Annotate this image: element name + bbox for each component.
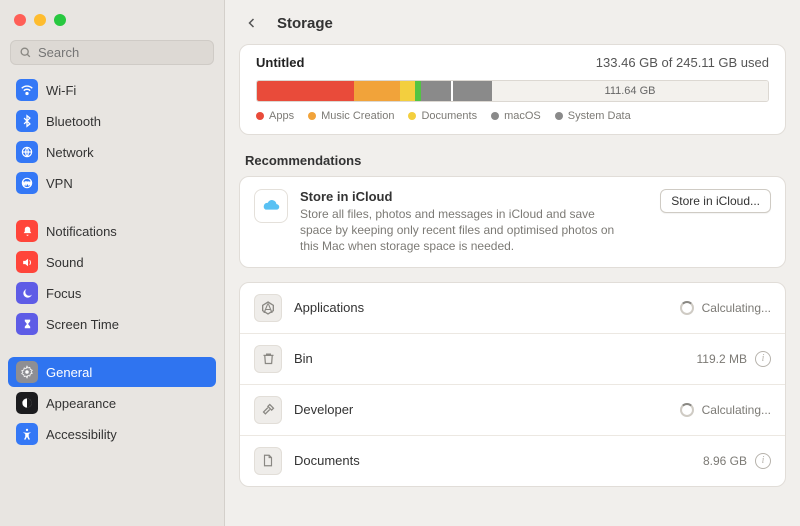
legend-sys: System Data bbox=[568, 110, 631, 122]
accessibility-icon bbox=[16, 423, 38, 445]
volume-name: Untitled bbox=[256, 55, 304, 70]
sidebar-item-label: Screen Time bbox=[46, 317, 119, 332]
info-icon[interactable]: i bbox=[755, 453, 771, 469]
moon-icon bbox=[16, 282, 38, 304]
sidebar-item-notifications[interactable]: Notifications bbox=[8, 216, 216, 246]
sidebar-item-label: VPN bbox=[46, 176, 73, 191]
store-in-icloud-button[interactable]: Store in iCloud... bbox=[660, 189, 771, 213]
category-row-documents[interactable]: Documents 8.96 GB i bbox=[240, 435, 785, 486]
sidebar-item-label: Wi-Fi bbox=[46, 83, 76, 98]
legend-docs: Documents bbox=[421, 110, 477, 122]
legend-apps: Apps bbox=[269, 110, 294, 122]
info-icon[interactable]: i bbox=[755, 351, 771, 367]
sidebar-item-label: Appearance bbox=[46, 396, 116, 411]
category-label: Documents bbox=[294, 453, 691, 468]
hammer-icon bbox=[254, 396, 282, 424]
bell-icon bbox=[16, 220, 38, 242]
wifi-icon bbox=[16, 79, 38, 101]
back-button[interactable] bbox=[241, 12, 263, 34]
category-label: Developer bbox=[294, 402, 668, 417]
sidebar-item-sound[interactable]: Sound bbox=[8, 247, 216, 277]
speaker-icon bbox=[16, 251, 38, 273]
sidebar-item-label: Accessibility bbox=[46, 427, 117, 442]
chevron-left-icon bbox=[246, 16, 258, 30]
sidebar-item-accessibility[interactable]: Accessibility bbox=[8, 419, 216, 449]
header: Storage bbox=[225, 0, 800, 44]
usage-text: 133.46 GB of 245.11 GB used bbox=[596, 55, 769, 70]
sidebar-item-network[interactable]: Network bbox=[8, 137, 216, 167]
sidebar-item-label: Notifications bbox=[46, 224, 117, 239]
legend-music: Music Creation bbox=[321, 110, 394, 122]
category-size: 8.96 GB bbox=[703, 454, 747, 468]
segment-free: 111.64 GB bbox=[492, 81, 768, 101]
sidebar-item-vpn[interactable]: VPN VPN bbox=[8, 168, 216, 198]
category-status: Calculating... bbox=[702, 301, 771, 315]
gear-icon bbox=[16, 361, 38, 383]
sidebar-item-general[interactable]: General bbox=[8, 357, 216, 387]
legend-macos: macOS bbox=[504, 110, 541, 122]
sidebar-item-focus[interactable]: Focus bbox=[8, 278, 216, 308]
applications-icon: A bbox=[254, 294, 282, 322]
page-title: Storage bbox=[277, 15, 333, 32]
sidebar-item-label: Focus bbox=[46, 286, 81, 301]
spinner-icon bbox=[680, 403, 694, 417]
category-status: Calculating... bbox=[702, 403, 771, 417]
minimize-icon[interactable] bbox=[34, 14, 46, 26]
bluetooth-icon bbox=[16, 110, 38, 132]
reco-title: Store in iCloud bbox=[300, 189, 648, 204]
segment-music bbox=[354, 81, 400, 101]
sidebar-item-appearance[interactable]: Appearance bbox=[8, 388, 216, 418]
category-row-bin[interactable]: Bin 119.2 MB i bbox=[240, 333, 785, 384]
reco-description: Store all files, photos and messages in … bbox=[300, 206, 630, 255]
storage-bar: 111.64 GB bbox=[256, 80, 769, 102]
segment-documents bbox=[400, 81, 415, 101]
sidebar-item-bluetooth[interactable]: Bluetooth bbox=[8, 106, 216, 136]
sidebar: Wi-Fi Bluetooth Network VPN VPN Notifi bbox=[0, 0, 225, 526]
icloud-icon bbox=[254, 189, 288, 223]
segment-macos bbox=[421, 81, 452, 101]
category-row-applications[interactable]: A Applications Calculating... bbox=[240, 283, 785, 333]
category-size: 119.2 MB bbox=[697, 352, 747, 366]
sidebar-item-label: General bbox=[46, 365, 92, 380]
sidebar-item-label: Bluetooth bbox=[46, 114, 101, 129]
maximize-icon[interactable] bbox=[54, 14, 66, 26]
svg-text:VPN: VPN bbox=[23, 181, 31, 186]
search-field[interactable] bbox=[38, 45, 205, 60]
spinner-icon bbox=[680, 301, 694, 315]
category-row-developer[interactable]: Developer Calculating... bbox=[240, 384, 785, 435]
storage-card: Untitled 133.46 GB of 245.11 GB used 111… bbox=[239, 44, 786, 135]
sidebar-item-label: Sound bbox=[46, 255, 84, 270]
network-icon bbox=[16, 141, 38, 163]
recommendations-heading: Recommendations bbox=[239, 149, 786, 176]
segment-apps bbox=[257, 81, 354, 101]
storage-legend: Apps Music Creation Documents macOS Syst… bbox=[240, 110, 785, 134]
categories-list: A Applications Calculating... Bin 119.2 … bbox=[239, 282, 786, 487]
category-label: Applications bbox=[294, 300, 668, 315]
sidebar-item-label: Network bbox=[46, 145, 94, 160]
hourglass-icon bbox=[16, 313, 38, 335]
main-content: Storage Untitled 133.46 GB of 245.11 GB … bbox=[225, 0, 800, 526]
search-input[interactable] bbox=[10, 40, 214, 65]
recommendation-card: Store in iCloud Store all files, photos … bbox=[239, 176, 786, 268]
trash-icon bbox=[254, 345, 282, 373]
close-icon[interactable] bbox=[14, 14, 26, 26]
segment-system bbox=[451, 81, 492, 101]
vpn-icon: VPN bbox=[16, 172, 38, 194]
window-controls bbox=[0, 10, 224, 40]
search-icon bbox=[19, 46, 32, 59]
category-label: Bin bbox=[294, 351, 685, 366]
document-icon bbox=[254, 447, 282, 475]
sidebar-item-screentime[interactable]: Screen Time bbox=[8, 309, 216, 339]
sidebar-item-wifi[interactable]: Wi-Fi bbox=[8, 75, 216, 105]
appearance-icon bbox=[16, 392, 38, 414]
